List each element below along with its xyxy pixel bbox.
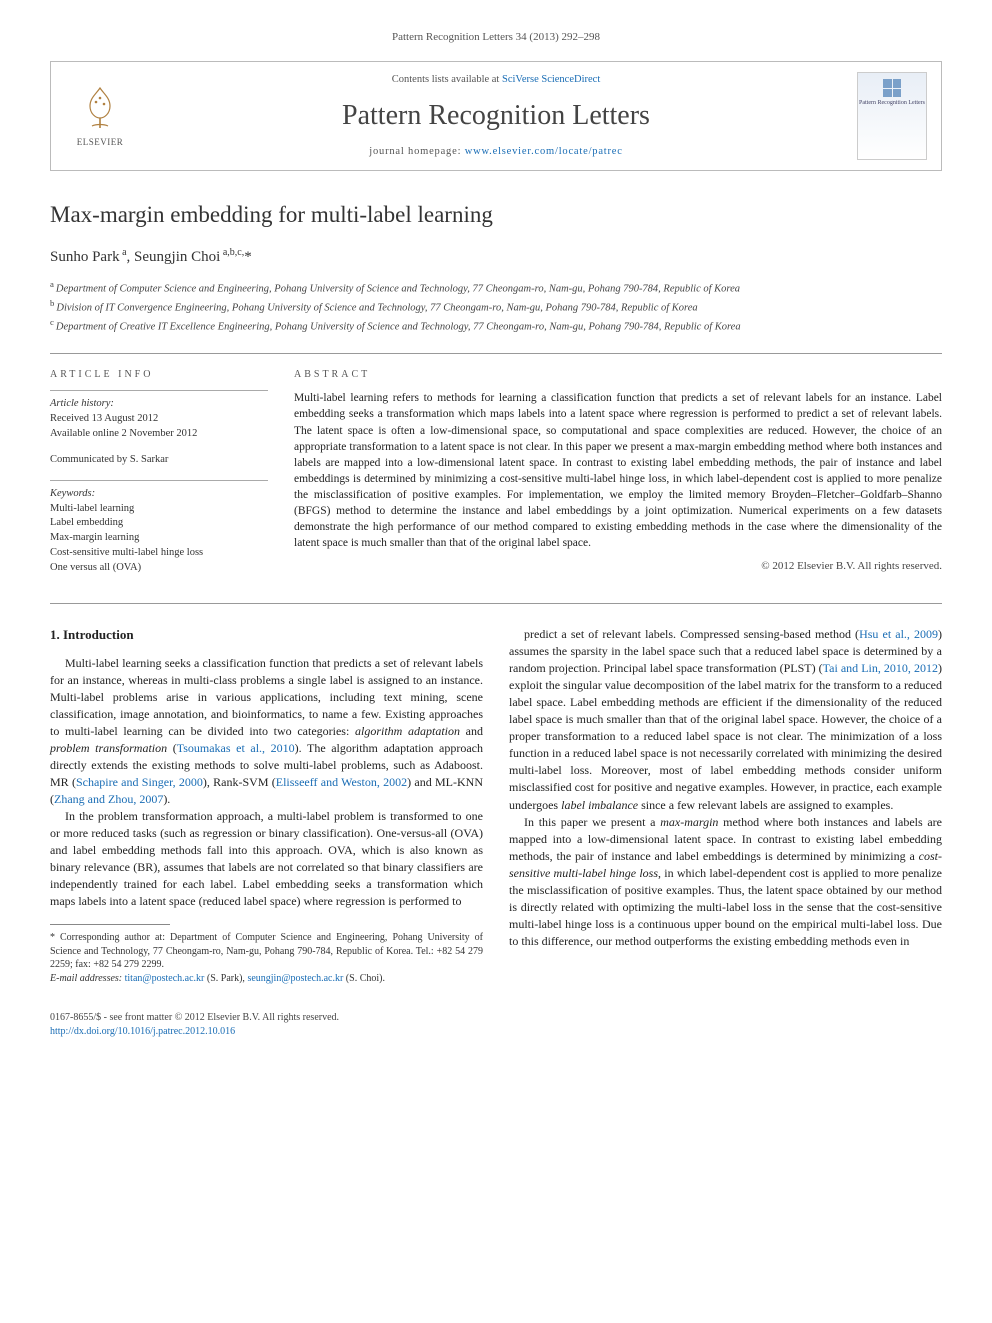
keyword-item: One versus all (OVA) [50, 561, 268, 576]
journal-title: Pattern Recognition Letters [149, 96, 843, 135]
p1-mid1: and [460, 724, 483, 738]
affil-text-b: Division of IT Convergence Engineering, … [56, 302, 697, 313]
email1-who: (S. Park), [204, 973, 247, 984]
homepage-prefix: journal homepage: [369, 146, 464, 157]
contents-prefix: Contents lists available at [392, 74, 502, 85]
info-abstract-row: ARTICLE INFO Article history: Received 1… [50, 354, 942, 603]
history-label: Article history: [50, 397, 268, 412]
elsevier-tree-icon [76, 84, 124, 132]
p3-text-c: ) exploit the singular value decompositi… [509, 661, 942, 811]
contents-available-line: Contents lists available at SciVerse Sci… [149, 73, 843, 88]
cite-tai[interactable]: Tai and Lin, 2010, 2012 [823, 661, 938, 675]
p1-text-d: ), Rank-SVM ( [203, 775, 276, 789]
affil-sup-a: a [50, 279, 54, 289]
abstract-copyright: © 2012 Elsevier B.V. All rights reserved… [294, 559, 942, 574]
article-info-column: ARTICLE INFO Article history: Received 1… [50, 368, 268, 587]
keywords-block: Keywords: Multi-label learning Label emb… [50, 487, 268, 575]
journal-banner: ELSEVIER Contents lists available at Sci… [50, 61, 942, 171]
p1-em2: problem transformation [50, 741, 167, 755]
online-date: Available online 2 November 2012 [50, 427, 268, 442]
p3-em1: label imbalance [561, 798, 638, 812]
page-footer: 0167-8655/$ - see front matter © 2012 El… [50, 1011, 942, 1039]
abstract-column: ABSTRACT Multi-label learning refers to … [294, 368, 942, 587]
p1-em1: algorithm adaptation [355, 724, 460, 738]
cover-mini-icon [883, 79, 901, 97]
section-1-heading: 1. Introduction [50, 626, 483, 644]
article-info-heading: ARTICLE INFO [50, 368, 268, 382]
email-choi[interactable]: seungjin@postech.ac.kr [247, 973, 343, 984]
affiliations: aDepartment of Computer Science and Engi… [50, 278, 942, 336]
abstract-heading: ABSTRACT [294, 368, 942, 382]
divider-bottom [50, 603, 942, 604]
author-list: Sunho Park a, Seungjin Choi a,b,c,* [50, 246, 942, 268]
affil-sup-c: c [50, 317, 54, 327]
journal-cover-thumb: Pattern Recognition Letters [857, 72, 927, 160]
body-paragraph: In the problem transformation approach, … [50, 808, 483, 910]
p4-text-a: In this paper we present a [524, 815, 660, 829]
p1-text-b: ( [167, 741, 177, 755]
author-1: Sunho Park [50, 249, 120, 265]
publisher-logo-block: ELSEVIER [65, 84, 135, 149]
affil-text-a: Department of Computer Science and Engin… [56, 283, 740, 294]
corr-author-note: * Corresponding author at: Department of… [50, 931, 483, 972]
body-columns: 1. Introduction Multi-label learning see… [50, 626, 942, 985]
affiliation-b: bDivision of IT Convergence Engineering,… [50, 297, 942, 316]
footnote-rule [50, 924, 170, 925]
footer-left: 0167-8655/$ - see front matter © 2012 El… [50, 1011, 339, 1039]
journal-homepage-line: journal homepage: www.elsevier.com/locat… [149, 145, 843, 160]
abstract-text: Multi-label learning refers to methods f… [294, 390, 942, 551]
communicated-by: Communicated by S. Sarkar [50, 453, 268, 468]
publisher-name: ELSEVIER [77, 136, 124, 149]
cite-elisseeff[interactable]: Elisseeff and Weston, 2002 [276, 775, 407, 789]
email-line: E-mail addresses: titan@postech.ac.kr (S… [50, 972, 483, 986]
affil-text-c: Department of Creative IT Excellence Eng… [56, 322, 741, 333]
p3-text-d: since a few relevant labels are assigned… [638, 798, 893, 812]
journal-homepage-link[interactable]: www.elsevier.com/locate/patrec [465, 146, 623, 157]
cite-schapire[interactable]: Schapire and Singer, 2000 [76, 775, 203, 789]
p4-em1: max-margin [660, 815, 718, 829]
article-history: Article history: Received 13 August 2012… [50, 397, 268, 441]
received-date: Received 13 August 2012 [50, 412, 268, 427]
body-paragraph: Multi-label learning seeks a classificat… [50, 655, 483, 808]
keyword-item: Multi-label learning [50, 502, 268, 517]
sciencedirect-link[interactable]: SciVerse ScienceDirect [502, 74, 600, 85]
affiliation-c: cDepartment of Creative IT Excellence En… [50, 316, 942, 335]
affiliation-a: aDepartment of Computer Science and Engi… [50, 278, 942, 297]
header-citation: Pattern Recognition Letters 34 (2013) 29… [50, 30, 942, 45]
p3-text-a: predict a set of relevant labels. Compre… [524, 627, 859, 641]
article-title: Max-margin embedding for multi-label lea… [50, 199, 942, 231]
body-paragraph: predict a set of relevant labels. Compre… [509, 626, 942, 813]
author-2: Seungjin Choi [134, 249, 220, 265]
banner-center: Contents lists available at SciVerse Sci… [149, 73, 843, 160]
email-label: E-mail addresses: [50, 973, 125, 984]
cover-caption: Pattern Recognition Letters [859, 100, 925, 107]
p1-text-f: ). [163, 792, 170, 806]
footer-copyright: 0167-8655/$ - see front matter © 2012 El… [50, 1011, 339, 1025]
keyword-item: Max-margin learning [50, 531, 268, 546]
email-park[interactable]: titan@postech.ac.kr [125, 973, 205, 984]
cite-tsoumakas[interactable]: Tsoumakas et al., 2010 [177, 741, 295, 755]
author-1-affil-sup: a [120, 247, 127, 258]
keyword-item: Cost-sensitive multi-label hinge loss [50, 546, 268, 561]
keyword-item: Label embedding [50, 516, 268, 531]
body-paragraph: In this paper we present a max-margin me… [509, 814, 942, 950]
corresponding-footnote: * Corresponding author at: Department of… [50, 924, 483, 985]
cite-hsu[interactable]: Hsu et al., 2009 [859, 627, 938, 641]
cite-zhang[interactable]: Zhang and Zhou, 2007 [54, 792, 163, 806]
author-2-affil-sup: a,b,c, [220, 247, 244, 258]
keywords-label: Keywords: [50, 487, 268, 502]
affil-sup-b: b [50, 298, 54, 308]
email2-who: (S. Choi). [343, 973, 385, 984]
doi-link[interactable]: http://dx.doi.org/10.1016/j.patrec.2012.… [50, 1026, 235, 1037]
corr-author-marker: * [244, 249, 252, 265]
